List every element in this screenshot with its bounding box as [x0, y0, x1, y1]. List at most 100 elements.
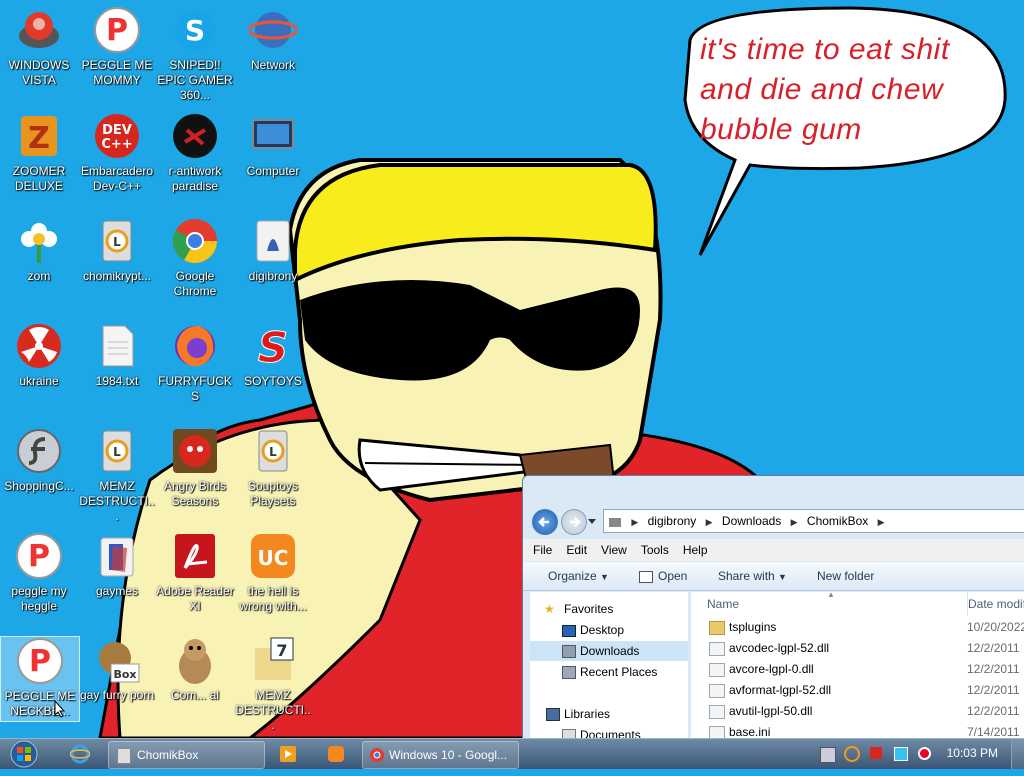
desktop-icon-zoomer-deluxe[interactable]: Z ZOOMER DELUXE: [0, 112, 78, 194]
nav-favorites[interactable]: ★ Favorites: [530, 599, 688, 619]
arrow-right-icon: [570, 517, 581, 527]
desktop-icon-the-hell-is-wrong[interactable]: UC the hell is wrong with...: [234, 532, 312, 614]
nav-downloads[interactable]: Downloads: [530, 641, 688, 661]
desktop-icon-furryfucks[interactable]: FURRYFUCKS: [156, 322, 234, 404]
chevron-down-icon: ▼: [600, 572, 609, 582]
new-folder-button[interactable]: New folder: [817, 569, 874, 583]
svg-text:C++: C++: [101, 137, 132, 152]
icon-label: the hell is wrong with...: [239, 584, 307, 613]
memz-file-icon: 7: [255, 637, 294, 680]
taskbar-button-media-player[interactable]: [276, 741, 300, 767]
icon-label: ukraine: [19, 374, 59, 388]
file-row[interactable]: avcodec-lgpl-52.dll 12/2/2011: [691, 638, 1024, 659]
nav-recent-places[interactable]: Recent Places: [530, 662, 688, 682]
desktop-icon-gaymes[interactable]: gaymes: [78, 532, 156, 599]
flower-icon: [21, 223, 57, 263]
desktop-icon-r-antiwork[interactable]: r-antiwork paradise: [156, 112, 234, 194]
desktop-icon-adobe-reader[interactable]: Adobe Reader XI: [156, 532, 234, 614]
nav-desktop[interactable]: Desktop: [530, 620, 688, 640]
menu-file[interactable]: File: [523, 539, 559, 561]
desktop-icon-1984-txt[interactable]: 1984.txt: [78, 322, 156, 389]
breadcrumb-digibrony[interactable]: digibrony: [648, 510, 697, 532]
desktop-icon-gay-furry-porn[interactable]: Box gay furry porn: [78, 636, 156, 703]
desktop-icon-ukraine[interactable]: ukraine: [0, 322, 78, 389]
desktop-icon-network[interactable]: Network: [234, 6, 312, 73]
desktop-icon-peggle-me-mommy[interactable]: P PEGGLE ME MOMMY: [78, 6, 156, 88]
desktop-icon-peggle-my-heggle[interactable]: P peggle my heggle: [0, 532, 78, 614]
taskbar-button-chomikbox[interactable]: ChomikBox: [108, 741, 265, 769]
desktop-icon-google-chrome[interactable]: Google Chrome: [156, 217, 234, 299]
desktop-icon-zom[interactable]: zom: [0, 217, 78, 284]
icon-label: MEMZ DESTRUCTI...: [79, 479, 155, 523]
file-row[interactable]: tsplugins 10/20/2022: [691, 617, 1024, 638]
address-breadcrumb[interactable]: ▶ digibrony ▶ Downloads ▶ ChomikBox ▶: [603, 509, 1024, 533]
tray-search-icon[interactable]: [844, 746, 860, 762]
tray-volume-icon[interactable]: [918, 747, 931, 760]
internet-explorer-icon[interactable]: [70, 744, 90, 764]
explorer-window[interactable]: ▶ digibrony ▶ Downloads ▶ ChomikBox ▶ Fi…: [522, 475, 1024, 739]
mouse-cursor-icon: [54, 700, 66, 718]
desktop-icon-digibrony[interactable]: digibrony: [234, 217, 312, 284]
tray-flag-icon[interactable]: [870, 747, 882, 759]
file-row[interactable]: avutil-lgpl-50.dll 12/2/2011: [691, 701, 1024, 722]
show-desktop-button[interactable]: [1011, 739, 1024, 769]
menu-tools[interactable]: Tools: [634, 539, 676, 561]
peggle-icon: P: [17, 638, 63, 684]
desktop-icon-memz-destructi-1[interactable]: L MEMZ DESTRUCTI...: [78, 427, 156, 524]
file-row[interactable]: avformat-lgpl-52.dll 12/2/2011: [691, 680, 1024, 701]
back-button[interactable]: [532, 509, 558, 535]
desktop-icon-computer[interactable]: Computer: [234, 112, 312, 179]
tray-monitor-icon[interactable]: [894, 747, 908, 761]
taskbar-button-chrome[interactable]: Windows 10 - Googl...: [362, 741, 519, 769]
start-button[interactable]: [6, 740, 42, 768]
desktop-icon-peggle-me-neckbe[interactable]: P PEGGLE ME NECKBE...: [0, 636, 80, 722]
command-toolbar: Organize ▼ Open Share with ▼ New folder: [523, 562, 1024, 591]
open-button[interactable]: Open: [639, 569, 687, 583]
nav-libraries[interactable]: Libraries: [530, 704, 688, 724]
menu-view[interactable]: View: [594, 539, 634, 561]
nav-documents[interactable]: Documents: [530, 725, 688, 739]
share-with-button[interactable]: Share with ▼: [718, 569, 787, 583]
dll-file-icon: [709, 684, 725, 698]
icon-label: MEMZ DESTRUCTI...: [235, 688, 311, 732]
breadcrumb-downloads[interactable]: Downloads: [722, 510, 781, 532]
menu-help[interactable]: Help: [676, 539, 715, 561]
column-header-date[interactable]: Date modif: [967, 592, 1024, 616]
clock[interactable]: 10:03 PM: [947, 746, 998, 760]
column-header-name[interactable]: Name: [707, 592, 739, 616]
desktop-icon-com-al[interactable]: Com... al: [156, 636, 234, 703]
file-row[interactable]: avcore-lgpl-0.dll 12/2/2011: [691, 659, 1024, 680]
desktop-icon-soytoys[interactable]: S SOYTOYS: [234, 322, 312, 389]
vista-orb-icon: [19, 12, 59, 48]
organize-button[interactable]: Organize ▼: [548, 569, 609, 583]
desktop-icon-souptoys-playsets[interactable]: L Souptoys Playsets: [234, 427, 312, 509]
svg-text:DEV: DEV: [102, 123, 132, 138]
desktop-icon-memz-destructi-2[interactable]: 7 MEMZ DESTRUCTI...: [234, 636, 312, 733]
desktop-icon-shoppingc[interactable]: ShoppingC...: [0, 427, 78, 494]
icon-label: WINDOWS VISTA: [8, 58, 70, 87]
dll-file-icon: [709, 705, 725, 719]
recent-pages-dropdown-icon[interactable]: [587, 516, 597, 526]
desktop-icon-angry-birds-seasons[interactable]: Angry Birds Seasons: [156, 427, 234, 509]
file-date: 12/2/2011: [967, 683, 1020, 697]
icon-label: Angry Birds Seasons: [163, 479, 227, 508]
desktop-icon-dev-cpp[interactable]: DEV C++ Embarcadero Dev-C++: [78, 112, 156, 194]
tray-network-icon[interactable]: [820, 747, 836, 763]
file-name: avutil-lgpl-50.dll: [729, 704, 813, 718]
network-globe-icon: [249, 12, 297, 48]
icon-label: PEGGLE ME MOMMY: [81, 58, 153, 87]
file-name: avcodec-lgpl-52.dll: [729, 641, 830, 655]
forward-button[interactable]: [561, 509, 587, 535]
menu-edit[interactable]: Edit: [559, 539, 594, 561]
icon-label: 1984.txt: [95, 374, 139, 388]
desktop-icon-windows-vista[interactable]: WINDOWS VISTA: [0, 6, 78, 88]
folder-icon: [609, 517, 621, 527]
breadcrumb-chomikbox[interactable]: ChomikBox: [807, 510, 868, 532]
folder-icon: [709, 621, 725, 635]
desktop-icon-chomikrypt[interactable]: L chomikrypt...: [78, 217, 156, 284]
icon-label: Com... al: [170, 688, 219, 702]
chomik-icon: L: [102, 430, 132, 472]
taskbar-button-uc-browser[interactable]: [324, 741, 348, 767]
file-row[interactable]: base.ini 7/14/2011: [691, 722, 1024, 739]
desktop-icon-sniped[interactable]: S SNIPED!! EPIC GAMER 360...: [156, 6, 234, 103]
